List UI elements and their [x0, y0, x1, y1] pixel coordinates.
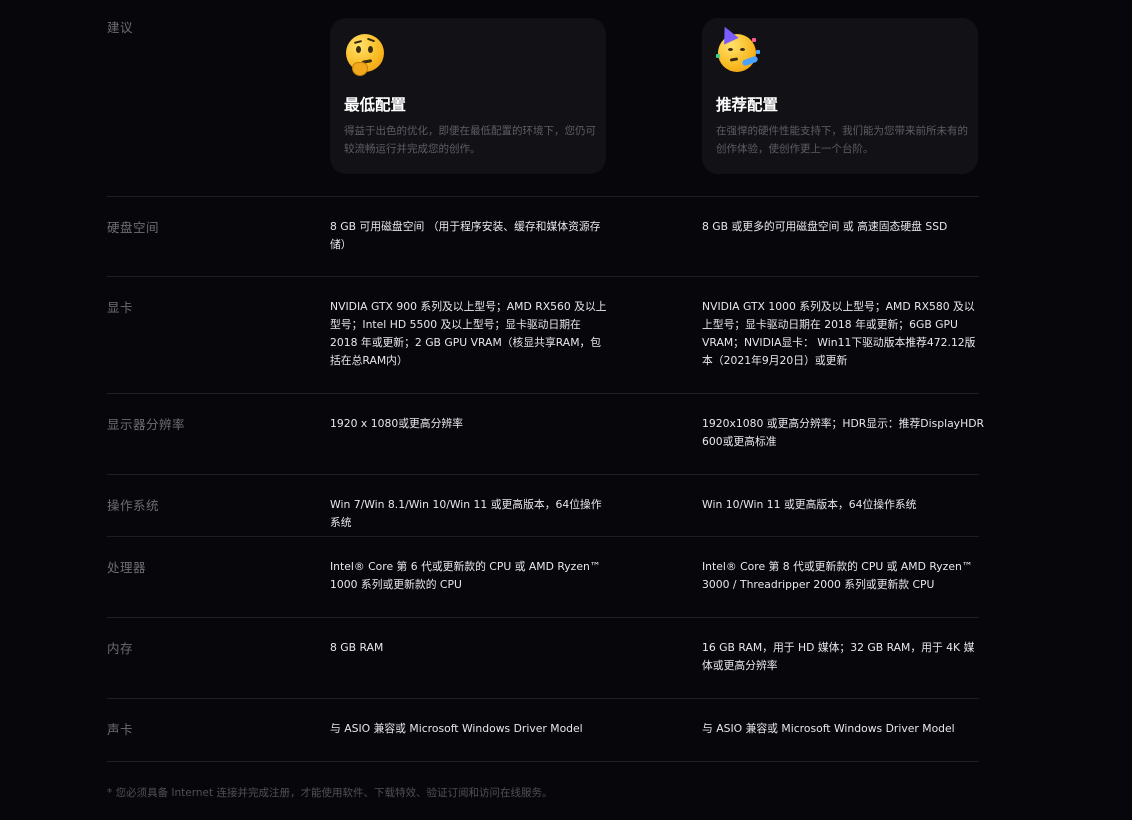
footnote: * 您必须具备 Internet 连接并完成注册，才能使用软件、下载特效、验证订…	[107, 787, 553, 799]
rec-config-description: 在强悍的硬件性能支持下，我们能为您带来前所未有的创作体验，使创作更上一个台阶。	[716, 125, 968, 155]
spec-rec-value: 与 ASIO 兼容或 Microsoft Windows Driver Mode…	[702, 722, 955, 735]
spec-row-os: 操作系统 Win 7/Win 8.1/Win 10/Win 11 或更高版本，6…	[107, 474, 979, 537]
spec-rec-value: 16 GB RAM，用于 HD 媒体；32 GB RAM，用于 4K 媒体或更高…	[702, 641, 975, 672]
spec-label: 内存	[107, 641, 134, 656]
spec-min-value: Win 7/Win 8.1/Win 10/Win 11 或更高版本，64位操作系…	[330, 498, 602, 529]
spec-label: 处理器	[107, 560, 147, 575]
spec-row-gpu: 显卡 NVIDIA GTX 900 系列及以上型号；AMD RX560 及以上型…	[107, 276, 979, 394]
spec-rec-value: NVIDIA GTX 1000 系列及以上型号；AMD RX580 及以上型号；…	[702, 300, 976, 367]
spec-row-ram: 内存 8 GB RAM 16 GB RAM，用于 HD 媒体；32 GB RAM…	[107, 617, 979, 699]
spec-min-value: 8 GB RAM	[330, 641, 384, 654]
spec-min-value: 与 ASIO 兼容或 Microsoft Windows Driver Mode…	[330, 722, 583, 735]
partying-face-icon	[716, 23, 964, 76]
spec-rec-value: 8 GB 或更多的可用磁盘空间 或 高速固态硬盘 SSD	[702, 220, 948, 233]
spec-min-value: 8 GB 可用磁盘空间 （用于程序安装、缓存和媒体资源存储）	[330, 220, 601, 251]
rec-config-title: 推荐配置	[716, 96, 779, 114]
header-label: 建议	[107, 20, 134, 35]
spec-label: 显示器分辨率	[107, 417, 186, 432]
min-config-card: 最低配置 得益于出色的优化，即便在最低配置的环境下，您仍可较流畅运行并完成您的创…	[330, 18, 606, 174]
spec-row-sound: 声卡 与 ASIO 兼容或 Microsoft Windows Driver M…	[107, 698, 979, 762]
spec-row-resolution: 显示器分辨率 1920 x 1080或更高分辨率 1920x1080 或更高分辨…	[107, 393, 984, 475]
spec-rec-value: 1920x1080 或更高分辨率；HDR显示：推荐DisplayHDR 600或…	[702, 417, 985, 448]
table-bottom-divider	[107, 761, 979, 762]
thinking-face-icon	[344, 32, 592, 76]
spec-row-cpu: 处理器 Intel® Core 第 6 代或更新款的 CPU 或 AMD Ryz…	[107, 536, 979, 618]
spec-label: 硬盘空间	[107, 220, 160, 235]
spec-row-disk: 硬盘空间 8 GB 可用磁盘空间 （用于程序安装、缓存和媒体资源存储） 8 GB…	[107, 196, 979, 277]
spec-rec-value: Intel® Core 第 8 代或更新款的 CPU 或 AMD Ryzen™ …	[702, 560, 973, 591]
spec-min-value: NVIDIA GTX 900 系列及以上型号；AMD RX560 及以上型号；I…	[330, 300, 607, 367]
rec-config-card: 推荐配置 在强悍的硬件性能支持下，我们能为您带来前所未有的创作体验，使创作更上一…	[702, 18, 978, 174]
spec-min-value: 1920 x 1080或更高分辨率	[330, 417, 463, 430]
system-requirements-page: 建议 最低配置 得益于出色的优化，即便在最低配置的环境下，您仍可较流畅运行并完成…	[0, 0, 1132, 820]
min-config-title: 最低配置	[344, 96, 407, 114]
min-config-description: 得益于出色的优化，即便在最低配置的环境下，您仍可较流畅运行并完成您的创作。	[344, 125, 596, 155]
spec-label: 声卡	[107, 722, 134, 737]
spec-label: 操作系统	[107, 498, 160, 513]
requirements-header-row: 建议 最低配置 得益于出色的优化，即便在最低配置的环境下，您仍可较流畅运行并完成…	[0, 0, 1132, 196]
spec-label: 显卡	[107, 300, 134, 315]
spec-rec-value: Win 10/Win 11 或更高版本，64位操作系统	[702, 498, 917, 511]
spec-min-value: Intel® Core 第 6 代或更新款的 CPU 或 AMD Ryzen™ …	[330, 560, 601, 591]
